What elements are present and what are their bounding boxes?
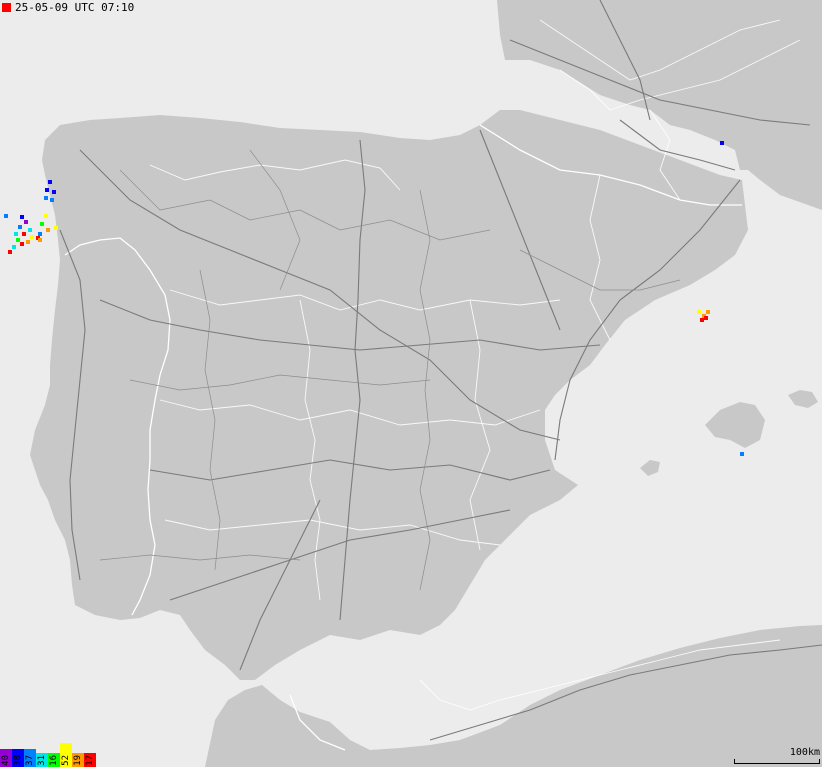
lightning-strike — [697, 310, 701, 314]
legend-bin: 37 — [24, 749, 36, 767]
lightning-strike — [20, 242, 24, 246]
timestamp-text: 25-05-09 UTC 07:10 — [15, 1, 135, 14]
lightning-map — [4, 0, 822, 767]
lightning-strike — [30, 235, 34, 239]
scale-bar: 100km — [734, 747, 820, 764]
legend-bin-label: 52 — [61, 755, 71, 766]
strike-count-legend: 40 38 37 31 16 52 19 17 — [0, 743, 96, 767]
legend-bin: 17 — [84, 753, 96, 767]
legend-bin-label: 31 — [37, 755, 47, 766]
lightning-strike — [706, 310, 710, 314]
legend-bin-label: 17 — [85, 755, 95, 766]
legend-bin: 38 — [12, 749, 24, 767]
lightning-strike — [14, 232, 18, 236]
land-menorca — [788, 390, 818, 408]
lightning-strike — [24, 220, 28, 224]
lightning-strike — [700, 318, 704, 322]
timestamp-marker-icon — [2, 3, 11, 12]
land-iberia — [30, 110, 748, 680]
scale-label: 100km — [789, 747, 820, 758]
legend-bin-label: 40 — [1, 755, 11, 766]
timestamp-label: 25-05-09 UTC 07:10 — [2, 1, 134, 14]
lightning-strike — [720, 141, 724, 145]
lightning-strike — [26, 240, 30, 244]
legend-bin: 31 — [36, 753, 48, 767]
lightning-strike — [38, 232, 42, 236]
legend-bin: 40 — [0, 749, 12, 767]
lightning-strike — [38, 238, 42, 242]
lightning-strike — [40, 222, 44, 226]
lightning-strike — [54, 226, 58, 230]
legend-bin-label: 16 — [49, 755, 59, 766]
land-mallorca — [705, 402, 765, 448]
legend-bin-label: 19 — [73, 755, 83, 766]
lightning-strike — [704, 316, 708, 320]
legend-bin-label: 37 — [25, 755, 35, 766]
legend-bin-label: 38 — [13, 755, 23, 766]
lightning-strike — [16, 238, 20, 242]
legend-bin: 52 — [60, 743, 72, 767]
scale-line — [734, 759, 820, 764]
legend-bin: 19 — [72, 753, 84, 767]
lightning-strike — [44, 214, 48, 218]
lightning-strike — [45, 188, 49, 192]
lightning-strike — [12, 245, 16, 249]
lightning-strike — [44, 196, 48, 200]
lightning-strike — [740, 452, 744, 456]
land-ibiza — [640, 460, 660, 476]
lightning-strike — [50, 198, 54, 202]
lightning-strike — [22, 232, 26, 236]
lightning-strike — [28, 228, 32, 232]
lightning-strike — [18, 225, 22, 229]
lightning-strike — [46, 228, 50, 232]
lightning-strike — [52, 190, 56, 194]
lightning-strike — [20, 215, 24, 219]
lightning-strike — [4, 214, 8, 218]
lightning-strike — [48, 180, 52, 184]
legend-bin: 16 — [48, 753, 60, 767]
lightning-strike — [8, 250, 12, 254]
